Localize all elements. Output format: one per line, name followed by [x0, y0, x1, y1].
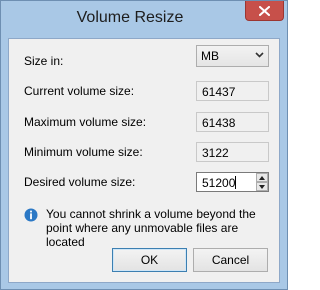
- close-button[interactable]: [245, 1, 284, 21]
- spin-up-button[interactable]: [256, 173, 268, 182]
- arrow-down-icon: [259, 184, 265, 189]
- maximum-size-label: Maximum volume size:: [24, 115, 147, 129]
- ok-button[interactable]: OK: [112, 248, 187, 272]
- title-bar[interactable]: Volume Resize: [1, 1, 287, 38]
- spin-down-button[interactable]: [256, 182, 268, 191]
- size-unit-value: MB: [201, 49, 219, 63]
- current-size-field: 61437: [196, 81, 269, 101]
- current-size-label: Current volume size:: [24, 84, 135, 98]
- volume-resize-dialog: Volume Resize Size in: MB Current volume…: [0, 0, 288, 290]
- desired-size-label: Desired volume size:: [24, 175, 136, 189]
- chevron-down-icon: [255, 52, 264, 58]
- cancel-button[interactable]: Cancel: [193, 248, 268, 272]
- text-caret: [235, 176, 237, 189]
- desired-size-spinbox[interactable]: 51200: [196, 172, 269, 192]
- close-icon: [259, 5, 270, 16]
- spin-buttons: [256, 173, 268, 191]
- dialog-body: Size in: MB Current volume size: 61437 M…: [8, 38, 280, 283]
- size-unit-select[interactable]: MB: [196, 45, 269, 67]
- maximum-size-field: 61438: [196, 112, 269, 132]
- info-message: You cannot shrink a volume beyond the po…: [46, 207, 256, 249]
- size-in-label: Size in:: [24, 54, 64, 68]
- arrow-up-icon: [259, 175, 265, 180]
- minimum-size-field: 3122: [196, 142, 269, 162]
- info-icon: [24, 208, 38, 222]
- desired-size-input[interactable]: 51200: [202, 176, 235, 190]
- minimum-size-label: Minimum volume size:: [24, 145, 143, 159]
- dialog-title: Volume Resize: [76, 9, 184, 26]
